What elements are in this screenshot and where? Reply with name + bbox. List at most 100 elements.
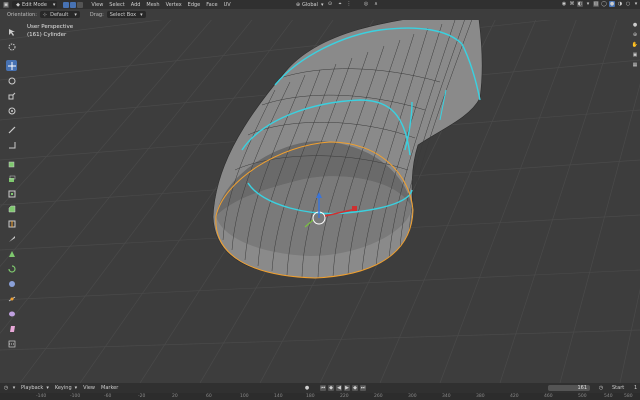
orientation-label: Orientation: [7, 11, 37, 18]
smooth-icon[interactable] [6, 278, 17, 289]
current-frame-field[interactable]: 161 [548, 385, 590, 391]
extrude-icon[interactable] [6, 173, 17, 184]
select-mode-group [63, 1, 84, 8]
edge-select-icon[interactable] [70, 1, 77, 8]
measure-icon[interactable] [6, 139, 17, 150]
menu-edge[interactable]: Edge [185, 1, 204, 8]
menu-add[interactable]: Add [128, 1, 144, 8]
gizmo-icon[interactable]: ⌘ [569, 1, 575, 7]
timeline-header: ◷ ▾ Playback ▾ Keying ▾ View Marker ● ⏮ ◆ … [0, 383, 640, 393]
ruler-tick: 580 [624, 394, 633, 399]
proportional-edit-icon[interactable]: ◎ [363, 1, 369, 7]
snap-target-icon[interactable]: ⋮ [346, 1, 352, 7]
snap-icon[interactable]: ⌖ [337, 1, 343, 7]
ruler-tick: 60 [206, 394, 212, 399]
cursor-select-icon[interactable] [6, 26, 17, 37]
jump-end-icon[interactable]: ⏭ [360, 385, 366, 391]
spin-icon[interactable] [6, 263, 17, 274]
rip-icon[interactable] [6, 338, 17, 349]
orientation-dropdown[interactable]: ⊹ Default ▾ [39, 11, 80, 18]
next-keyframe-icon[interactable]: ◆ [352, 385, 358, 391]
edge-slide-icon[interactable] [6, 293, 17, 304]
editor-type-icon[interactable]: ▣ [3, 1, 9, 8]
tool-settings-bar: Orientation: ⊹ Default ▾ Drag: Select Bo… [0, 9, 640, 20]
rendered-shading-icon[interactable]: ○ [625, 1, 631, 7]
menu-face[interactable]: Face [203, 1, 220, 8]
bevel-icon[interactable] [6, 203, 17, 214]
material-shading-icon[interactable]: ◑ [617, 1, 623, 7]
shear-icon[interactable] [6, 323, 17, 334]
playback-controls: ● ⏮ ◆ ◀ ▶ ◆ ⏭ [304, 385, 368, 391]
timeline-editor: ◷ ▾ Playback ▾ Keying ▾ View Marker ● ⏮ ◆ … [0, 383, 640, 400]
editor-type-icon[interactable]: ◷ [3, 385, 9, 391]
falloff-icon[interactable]: ∧ [373, 1, 379, 7]
clock-icon[interactable]: ◷ [598, 385, 604, 391]
pan-icon[interactable]: ✋ [632, 42, 638, 48]
loop-cut-icon[interactable] [6, 218, 17, 229]
menu-vertex[interactable]: Vertex [163, 1, 185, 8]
zoom-icon[interactable]: ⊕ [632, 32, 638, 38]
menu-mesh[interactable]: Mesh [143, 1, 162, 8]
shrink-fatten-icon[interactable] [6, 308, 17, 319]
transform-orientation-dropdown[interactable]: ⊕ Global ▾ [292, 1, 325, 8]
chevron-down-icon[interactable]: ▾ [585, 1, 591, 7]
solid-shading-icon[interactable]: ● [609, 1, 615, 7]
record-icon[interactable]: ● [304, 385, 310, 391]
menu-keying[interactable]: Keying ▾ [52, 385, 80, 392]
drag-dropdown[interactable]: Select Box ▾ [106, 11, 146, 18]
timeline-ruler[interactable]: -140 -100 -60 -20 20 60 100 140 180 220 … [0, 393, 640, 400]
menu-select[interactable]: Select [106, 1, 127, 8]
object-info: (161) Cylinder [27, 32, 67, 38]
start-field[interactable]: 1 [634, 385, 637, 391]
viewport-scene[interactable] [0, 20, 640, 383]
perspective-toggle-icon[interactable]: ▦ [632, 62, 638, 68]
menu-marker[interactable]: Marker [98, 385, 121, 392]
ruler-tick: -20 [138, 394, 146, 399]
orientation-icon: ⊕ [295, 1, 301, 8]
nav-gizmo-icon[interactable]: ● [632, 22, 638, 28]
face-select-icon[interactable] [77, 1, 84, 8]
transform-icon[interactable] [6, 105, 17, 116]
xray-icon[interactable]: ▧ [593, 1, 599, 7]
menu-uv[interactable]: UV [221, 1, 234, 8]
menu-view[interactable]: View [88, 1, 106, 8]
vertex-select-icon[interactable] [63, 1, 70, 8]
menu-timeline-view[interactable]: View [80, 385, 98, 392]
overlays-icon[interactable]: ◐ [577, 1, 583, 7]
jump-start-icon[interactable]: ⏮ [320, 385, 326, 391]
3d-viewport[interactable]: User Perspective (161) Cylinder [0, 20, 640, 383]
view-name: User Perspective [27, 24, 74, 30]
add-cube-icon[interactable] [6, 158, 17, 169]
drag-dropdown-value: Select Box [109, 11, 137, 18]
shading-options-icon[interactable]: ▾ [633, 1, 639, 7]
start-label: Start [612, 385, 625, 391]
rotate-icon[interactable] [6, 75, 17, 86]
orientation-dropdown-value: Default [50, 11, 69, 18]
knife-icon[interactable] [6, 233, 17, 244]
pivot-point-icon[interactable]: ⊙ [327, 1, 333, 7]
cursor-3d-icon[interactable] [6, 41, 17, 52]
menu-playback[interactable]: Playback ▾ [18, 385, 52, 392]
prev-keyframe-icon[interactable]: ◆ [328, 385, 334, 391]
chevron-down-icon[interactable]: ▾ [11, 385, 17, 391]
ruler-tick: 380 [476, 394, 485, 399]
ruler-tick: 140 [274, 394, 283, 399]
mode-label: Edit Mode [22, 1, 47, 8]
annotate-icon[interactable] [6, 124, 17, 135]
visibility-icon[interactable]: ◉ [561, 1, 567, 7]
move-icon[interactable] [6, 60, 17, 71]
poly-build-icon[interactable] [6, 248, 17, 259]
camera-icon[interactable]: ▣ [632, 52, 638, 58]
ruler-tick: -140 [36, 394, 47, 399]
edit-mode-icon: ◆ [16, 1, 20, 8]
play-icon[interactable]: ▶ [344, 385, 350, 391]
ruler-tick: 460 [544, 394, 553, 399]
header-right-controls: ◉ ⌘ ◐ ▾ ▧ ◯ ● ◑ ○ ▾ [560, 1, 640, 7]
scale-icon[interactable] [6, 90, 17, 101]
mode-dropdown[interactable]: ◆ Edit Mode ▾ [12, 1, 58, 8]
ruler-tick: -100 [70, 394, 81, 399]
header-menus: View Select Add Mesh Vertex Edge Face UV [88, 1, 233, 8]
play-reverse-icon[interactable]: ◀ [336, 385, 342, 391]
wireframe-shading-icon[interactable]: ◯ [601, 1, 607, 7]
inset-icon[interactable] [6, 188, 17, 199]
